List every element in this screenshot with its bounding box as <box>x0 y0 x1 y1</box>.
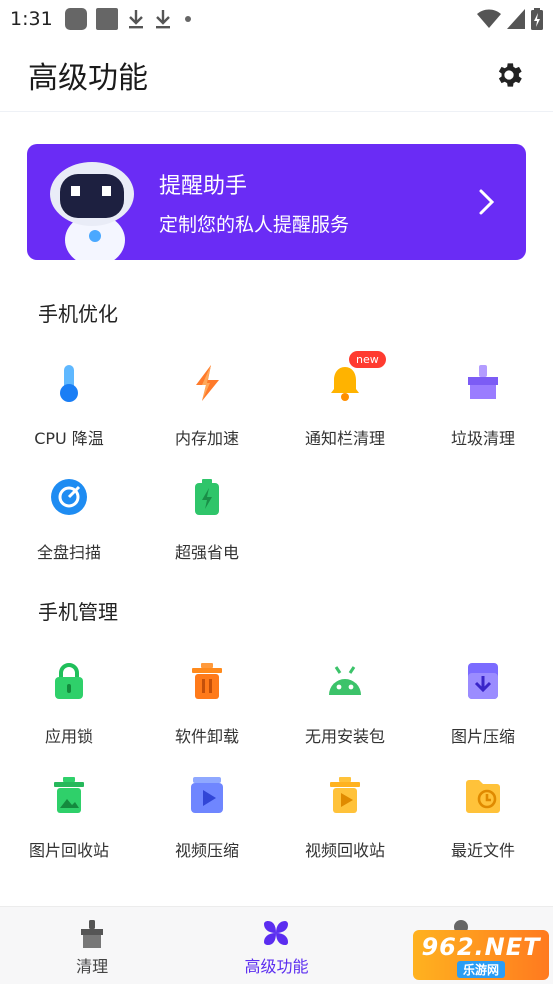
tab-label: 高级功能 <box>244 957 309 976</box>
item-label: 内存加速 <box>174 429 239 448</box>
notification-clean-item[interactable]: new 通知栏清理 <box>276 351 414 473</box>
chevron-right-icon <box>479 189 495 215</box>
more-notifications-icon <box>181 16 191 22</box>
broom-icon <box>468 365 498 399</box>
item-label: 视频压缩 <box>174 841 239 860</box>
item-label: 视频回收站 <box>304 841 385 860</box>
cpu-cooling-item[interactable]: CPU 降温 <box>0 363 138 473</box>
item-label: 超强省电 <box>174 543 239 562</box>
video-compress-item[interactable]: 视频压缩 <box>138 775 276 885</box>
robot-mascot-icon <box>50 162 134 260</box>
trash-icon <box>192 663 222 699</box>
tab-clean[interactable]: 清理 <box>0 907 184 984</box>
video-recycle-item[interactable]: 视频回收站 <box>276 775 414 885</box>
junk-clean-item[interactable]: 垃圾清理 <box>414 363 552 473</box>
lightning-icon <box>196 365 219 401</box>
item-label: 垃圾清理 <box>450 429 515 448</box>
video-recycle-icon <box>330 777 360 813</box>
item-label: 最近文件 <box>450 841 515 860</box>
image-recycle-icon <box>54 777 84 813</box>
section-title-manage: 手机管理 <box>38 600 118 624</box>
app-notification-icon <box>95 8 118 30</box>
page-title: 高级功能 <box>28 60 148 96</box>
status-bar: 1:31 <box>0 0 553 38</box>
banner-subtitle: 定制您的私人提醒服务 <box>159 213 350 236</box>
memory-boost-item[interactable]: 内存加速 <box>138 363 276 473</box>
item-label: 图片回收站 <box>28 841 109 860</box>
power-saving-item[interactable]: 超强省电 <box>138 477 276 587</box>
image-recycle-item[interactable]: 图片回收站 <box>0 775 138 885</box>
app-notification-icon <box>64 8 87 30</box>
android-icon <box>329 666 361 695</box>
broom-tab-icon <box>81 920 104 948</box>
item-label: 通知栏清理 <box>304 429 385 448</box>
item-label: 应用锁 <box>44 727 93 746</box>
recent-files-item[interactable]: 最近文件 <box>414 775 552 885</box>
reminder-assistant-banner[interactable]: 提醒助手 定制您的私人提醒服务 <box>27 144 526 260</box>
item-label: 软件卸载 <box>174 727 239 746</box>
tab-advanced[interactable]: 高级功能 <box>184 907 368 984</box>
app-lock-item[interactable]: 应用锁 <box>0 661 138 771</box>
thermometer-icon <box>60 365 78 402</box>
app-uninstall-item[interactable]: 软件卸载 <box>138 661 276 771</box>
site-watermark: 962.NET 乐游网 <box>413 930 549 980</box>
app-bar: 高级功能 <box>0 38 553 112</box>
image-compress-item[interactable]: 图片压缩 <box>414 661 552 771</box>
battery-icon <box>195 479 219 515</box>
useless-apk-item[interactable]: 无用安装包 <box>276 661 414 771</box>
bell-icon <box>331 367 359 401</box>
recent-files-icon <box>466 780 500 813</box>
banner-title: 提醒助手 <box>159 173 248 199</box>
status-time: 1:31 <box>10 8 53 30</box>
new-badge: new <box>349 351 386 368</box>
image-compress-icon <box>468 663 498 699</box>
full-scan-item[interactable]: 全盘扫描 <box>0 477 138 587</box>
watermark-site-name: 乐游网 <box>456 960 505 978</box>
video-compress-icon <box>191 777 223 813</box>
wifi-icon <box>477 9 501 28</box>
item-label: 全盘扫描 <box>36 543 101 562</box>
four-petal-icon <box>264 921 289 945</box>
scan-icon <box>51 479 87 515</box>
item-label: 图片压缩 <box>450 727 515 746</box>
gear-icon[interactable] <box>493 59 525 91</box>
tab-label: 清理 <box>76 957 109 976</box>
download-icon <box>154 8 172 30</box>
lock-icon <box>55 663 83 699</box>
download-icon <box>127 8 145 30</box>
section-title-optimize: 手机优化 <box>38 302 118 326</box>
item-label: 无用安装包 <box>304 727 385 746</box>
item-label: CPU 降温 <box>34 429 104 448</box>
signal-icon <box>507 9 525 29</box>
watermark-logo-text: 962.NET <box>421 932 541 961</box>
battery-status-icon <box>531 8 543 30</box>
